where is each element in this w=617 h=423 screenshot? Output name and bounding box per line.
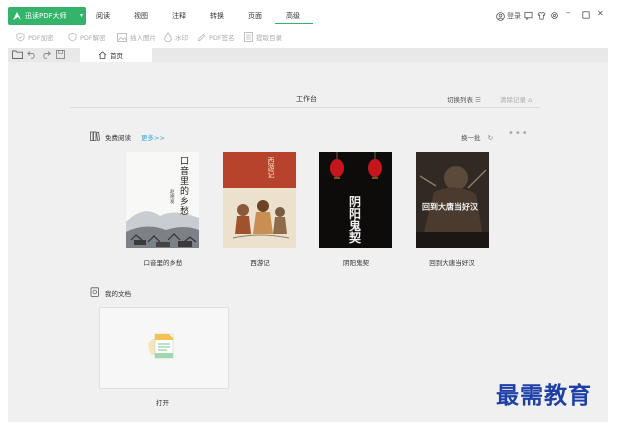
book-cover-title-3: 阴阳鬼契 [349, 195, 362, 245]
book-title-1[interactable]: 口音里的乡愁 [113, 257, 213, 267]
menu-read[interactable]: 阅读 [96, 11, 110, 21]
redo-icon[interactable] [41, 50, 51, 59]
swap-batch-button[interactable]: 换一批 ↻ [461, 132, 493, 142]
settings-icon[interactable] [550, 11, 559, 20]
menu-page[interactable]: 页面 [248, 11, 262, 21]
insert-image-label: 插入图片 [130, 34, 156, 42]
shield-icon [16, 32, 25, 42]
pen-icon [197, 33, 206, 41]
caret-down-icon: ▾ [79, 12, 83, 19]
home-icon [98, 51, 107, 59]
pdf-sign-label: PDF签名 [209, 34, 235, 42]
list-icon [244, 32, 253, 42]
refresh-icon: ↻ [487, 134, 494, 142]
switch-list-button[interactable]: 切换列表 ☰ [447, 94, 481, 104]
my-documents-title: 我的文档 [105, 290, 131, 298]
pdf-sign-button[interactable]: PDF签名 [197, 31, 235, 43]
trash-icon: ⌂ [528, 96, 533, 104]
tab-bar: 首页 [8, 48, 608, 62]
maximize-icon[interactable] [582, 11, 590, 19]
app-menu-button[interactable]: 迅读PDF大师 ▾ [8, 7, 86, 25]
book-cover-4[interactable]: 回到大唐当好汉 [416, 152, 489, 248]
watermark-button[interactable]: 水印 [164, 31, 188, 43]
journey-west-illustration [232, 200, 290, 239]
open-file-icon [148, 333, 174, 359]
book-title-2[interactable]: 西游记 [210, 257, 310, 267]
menu-annotate[interactable]: 注释 [172, 11, 186, 21]
more-options-icon[interactable]: ••• [508, 128, 529, 139]
menu-advanced[interactable]: 高级 [286, 11, 300, 21]
workspace-divider [70, 107, 540, 108]
image-icon [117, 32, 127, 42]
book-title-3[interactable]: 阴阳鬼契 [306, 257, 406, 267]
book-cover-title-4: 回到大唐当好汉 [422, 203, 478, 212]
login-button[interactable]: 登录 [496, 9, 521, 23]
swap-batch-label: 换一批 [461, 134, 481, 142]
skin-icon[interactable] [537, 11, 546, 20]
close-icon[interactable]: ✕ [597, 9, 604, 18]
book-title-4[interactable]: 回到大唐当好汉 [402, 257, 502, 267]
toolbar: PDF加密 PDF解密 插入图片 水印 PDF签名 提取目录 [0, 27, 617, 46]
book-cover-3[interactable]: 阴阳鬼契 [319, 152, 392, 248]
clear-records-label: 清除记录 [500, 96, 526, 104]
extract-toc-label: 提取目录 [256, 34, 282, 42]
clear-records-button[interactable]: 清除记录 ⌂ [500, 94, 532, 104]
user-icon [496, 11, 505, 21]
login-label: 登录 [507, 12, 521, 20]
book-cover-2[interactable]: 西游记 [223, 152, 296, 248]
app-name: 迅读PDF大师 [25, 12, 67, 20]
menu-view[interactable]: 视图 [134, 11, 148, 21]
watermark-text: 最需教育 [496, 382, 592, 409]
list-view-icon: ☰ [475, 96, 481, 104]
active-menu-indicator [275, 23, 313, 24]
minimize-icon[interactable]: – [566, 8, 571, 18]
workspace-title: 工作台 [296, 95, 317, 103]
book-cover-title-1: 口音里的乡愁 [180, 157, 190, 217]
pdf-encrypt-button[interactable]: PDF加密 [16, 31, 54, 43]
book-cover-1[interactable]: 口音里的乡愁 赵德发 [126, 152, 199, 248]
switch-list-label: 切换列表 [447, 96, 473, 104]
app-window: 迅读PDF大师 ▾ 阅读 视图 注释 转换 页面 高级 登录 – ✕ PDF加密… [0, 0, 617, 423]
message-icon[interactable] [524, 11, 533, 20]
document-icon [90, 287, 99, 297]
pdf-decrypt-label: PDF解密 [80, 34, 106, 42]
tab-home-label: 首页 [110, 52, 123, 60]
free-reading-title: 免费阅读 [105, 134, 131, 142]
open-label: 打开 [156, 399, 169, 407]
extract-toc-button[interactable]: 提取目录 [244, 31, 282, 43]
book-cover-author-1: 赵德发 [170, 190, 175, 205]
watermark-label: 水印 [175, 34, 188, 42]
book-stack-icon [90, 131, 100, 141]
pdf-decrypt-button[interactable]: PDF解密 [68, 31, 106, 43]
more-books-link[interactable]: 更多>> [141, 132, 165, 142]
menu-convert[interactable]: 转换 [210, 11, 224, 21]
insert-image-button[interactable]: 插入图片 [117, 31, 156, 43]
save-icon[interactable] [56, 50, 65, 59]
folder-icon[interactable] [12, 50, 23, 59]
menu-bar: 迅读PDF大师 ▾ 阅读 视图 注释 转换 页面 高级 登录 – ✕ [0, 0, 617, 27]
droplet-icon [164, 32, 172, 42]
shield-icon [68, 32, 77, 42]
pdf-encrypt-label: PDF加密 [28, 34, 54, 42]
tab-home[interactable]: 首页 [80, 48, 152, 62]
undo-icon[interactable] [27, 50, 37, 59]
app-logo-icon [13, 12, 21, 20]
open-document-card[interactable] [99, 307, 229, 389]
workspace-area: 工作台 切换列表 ☰ 清除记录 ⌂ 免费阅读 更多>> 换一批 ↻ ••• 口音… [8, 62, 608, 422]
